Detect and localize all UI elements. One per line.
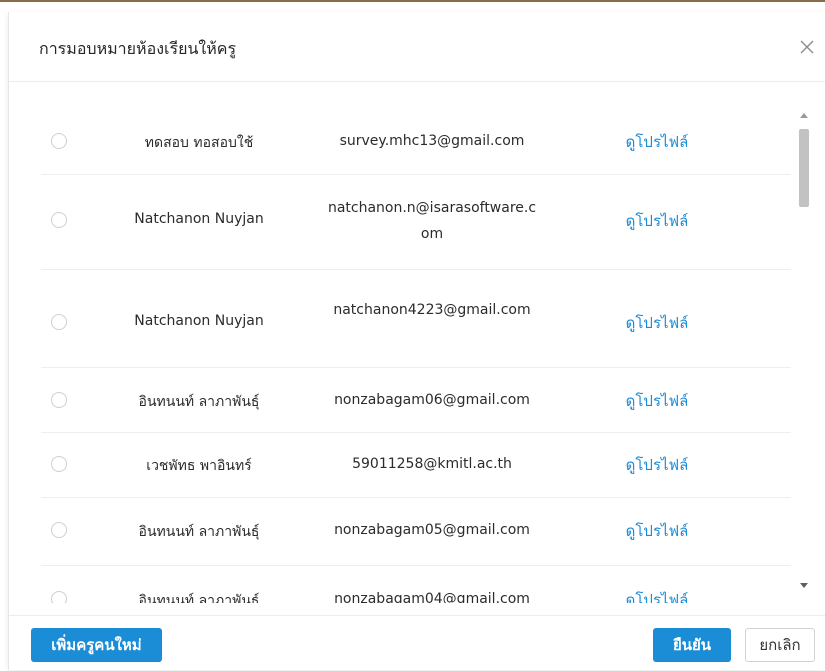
teacher-email: nonzabagam05@gmail.com [334,522,530,538]
view-profile-link[interactable]: ดูโปรไฟล์ [607,588,707,603]
view-profile-link[interactable]: ดูโปรไฟล์ [607,389,707,413]
table-row[interactable]: ทดสอบ ทอสอบใช้ survey.mhc13@gmail.com ดู… [41,109,791,175]
teacher-name: อินทนนท์ ลาภาพันธุ์ [138,394,260,410]
teacher-radio[interactable] [51,212,67,228]
list-scrollbar[interactable] [796,109,812,592]
table-row[interactable]: อินทนนท์ ลาภาพันธุ์ nonzabagam06@gmail.c… [41,367,791,433]
view-profile-link[interactable]: ดูโปรไฟล์ [607,130,707,154]
view-profile-link[interactable]: ดูโปรไฟล์ [607,519,707,543]
teacher-radio[interactable] [51,591,67,603]
confirm-button[interactable]: ยืนยัน [653,628,731,662]
table-row[interactable]: อินทนนท์ ลาภาพันธุ์ nonzabagam04@gmail.c… [41,565,791,603]
modal-header: การมอบหมายห้องเรียนให้ครู [9,12,825,82]
teacher-email: 59011258@kmitl.ac.th [352,456,512,472]
teacher-name: ทดสอบ ทอสอบใช้ [144,135,254,151]
teacher-name: อินทนนท์ ลาภาพันธุ์ [138,524,260,540]
teacher-radio[interactable] [51,133,67,149]
teacher-name: Natchanon Nuyjan [134,211,264,227]
add-teacher-button[interactable]: เพิ่มครูคนใหม่ [31,628,162,662]
table-row[interactable]: Natchanon Nuyjan natchanon4223@gmail.com… [41,269,791,368]
teacher-email: nonzabagam06@gmail.com [334,392,530,408]
modal-footer: เพิ่มครูคนใหม่ ยืนยัน ยกเลิก [9,615,825,671]
modal-title: การมอบหมายห้องเรียนให้ครู [39,39,237,58]
table-row[interactable]: Natchanon Nuyjan natchanon.n@isarasoftwa… [41,174,791,270]
teacher-email: natchanon.n@isarasoftware.com [327,200,537,242]
close-button[interactable] [796,36,818,58]
view-profile-link[interactable]: ดูโปรไฟล์ [607,311,707,335]
scroll-down-arrow[interactable] [796,580,812,592]
cancel-button[interactable]: ยกเลิก [745,628,815,662]
teacher-list[interactable]: ทดสอบ ทอสอบใช้ survey.mhc13@gmail.com ดู… [9,109,825,603]
table-row[interactable]: เวชพัทธ พาอินทร์ 59011258@kmitl.ac.th ดู… [41,432,791,498]
caret-up-icon [800,113,808,118]
assign-teacher-modal: การมอบหมายห้องเรียนให้ครู ทดสอบ ทอสอบใช้… [8,12,825,670]
view-profile-link[interactable]: ดูโปรไฟล์ [607,209,707,233]
teacher-name: เวชพัทธ พาอินทร์ [146,458,252,474]
page-backdrop-strip [0,0,825,2]
teacher-email: natchanon4223@gmail.com [333,302,531,318]
table-row[interactable]: อินทนนท์ ลาภาพันธุ์ nonzabagam05@gmail.c… [41,497,791,566]
close-icon [800,40,814,54]
teacher-email: survey.mhc13@gmail.com [339,133,525,149]
caret-down-icon [800,583,808,588]
scroll-thumb[interactable] [799,129,809,207]
teacher-radio[interactable] [51,522,67,538]
scroll-up-arrow[interactable] [796,109,812,121]
teacher-radio[interactable] [51,392,67,408]
view-profile-link[interactable]: ดูโปรไฟล์ [607,453,707,477]
teacher-email: nonzabagam04@gmail.com [334,591,530,603]
teacher-name: อินทนนท์ ลาภาพันธุ์ [138,593,260,603]
teacher-name: Natchanon Nuyjan [134,313,264,329]
teacher-radio[interactable] [51,314,67,330]
teacher-radio[interactable] [51,456,67,472]
